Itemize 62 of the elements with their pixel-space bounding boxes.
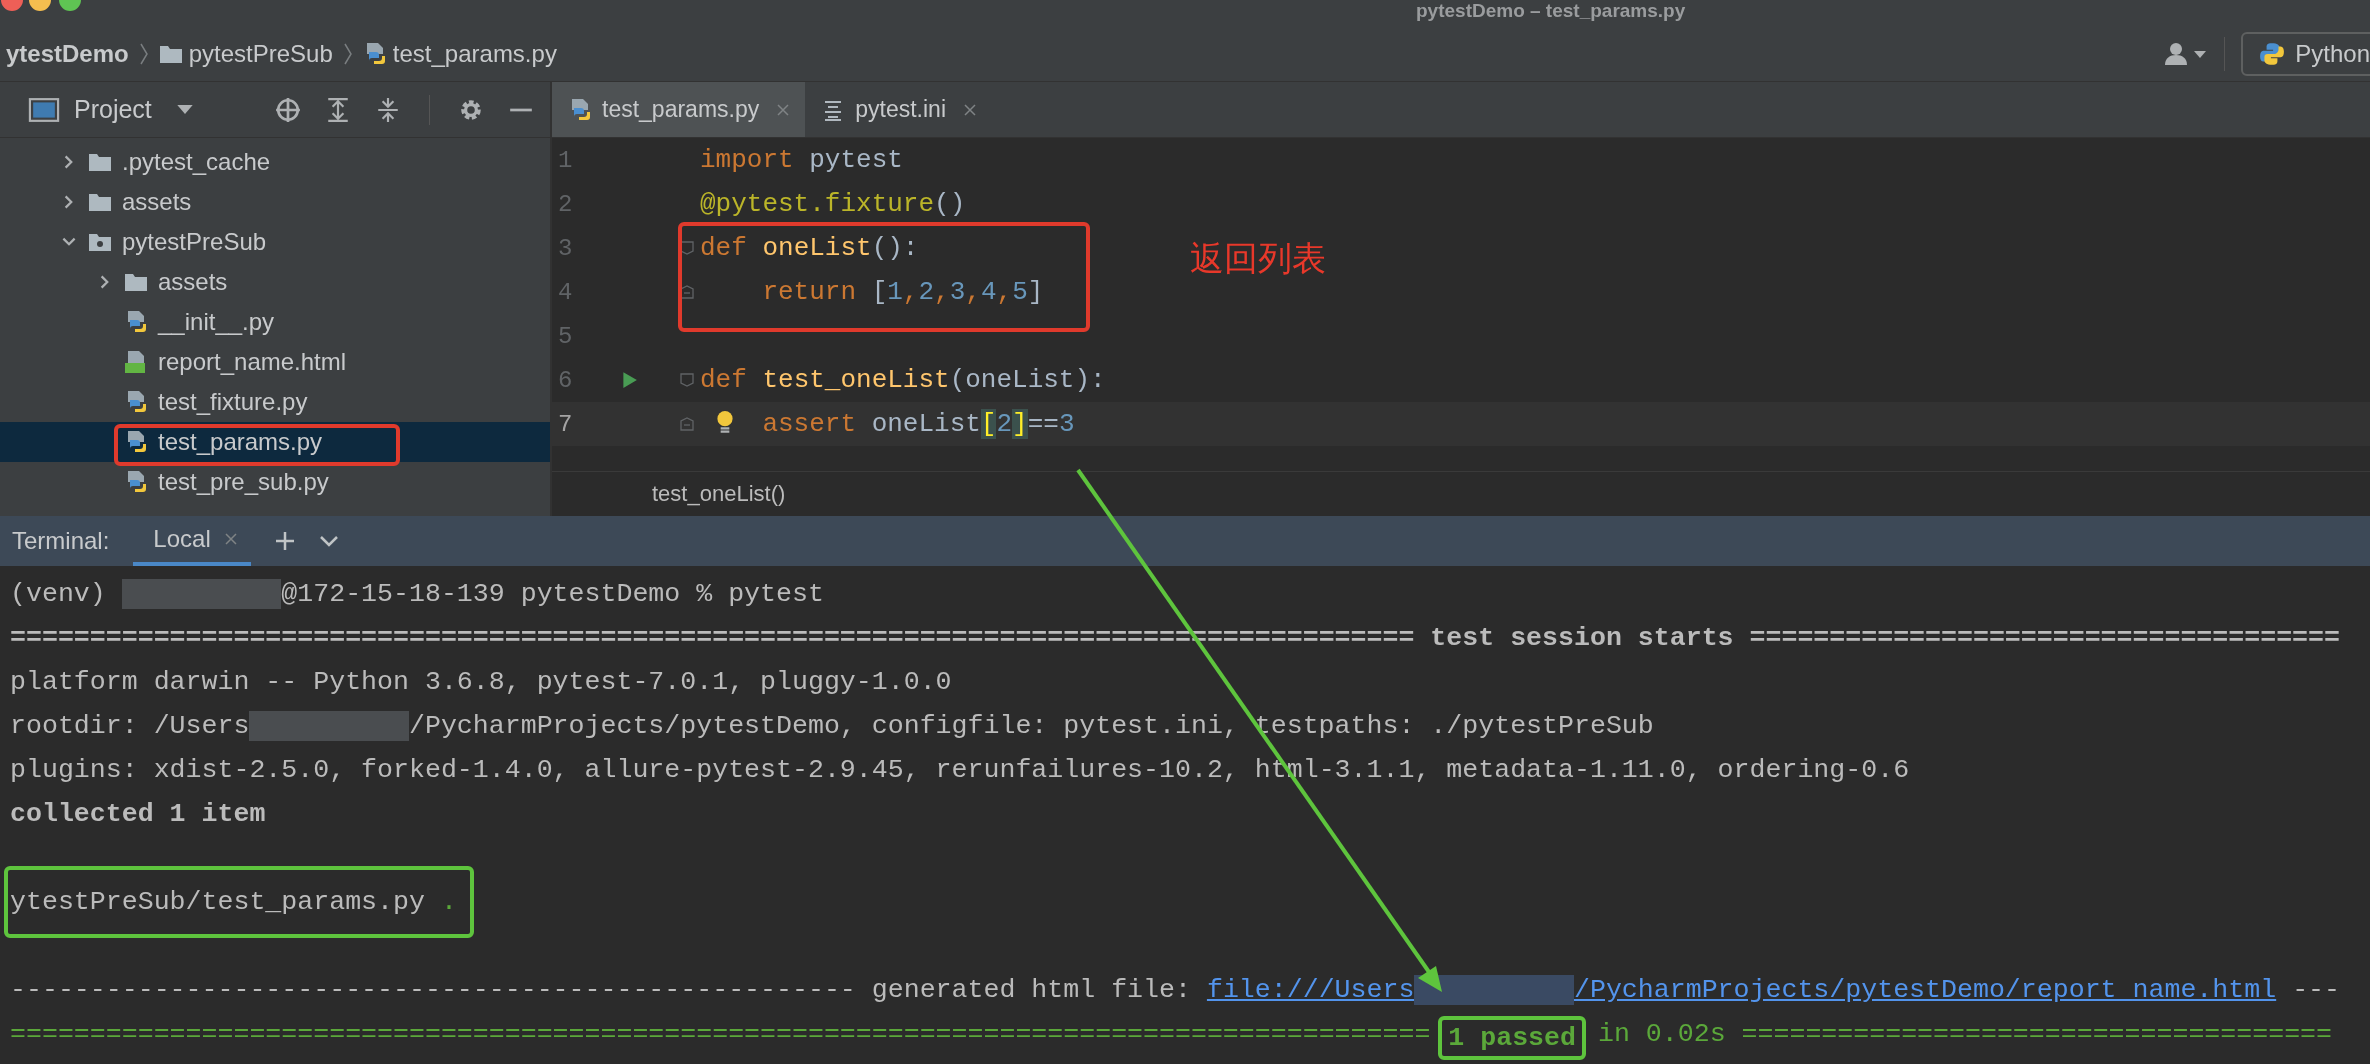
tree-item[interactable]: .pytest_cache [0,142,550,182]
plus-icon[interactable] [274,531,295,551]
terminal-text: /PycharmProjects/pytestDemo, configfile: pytest.ini, testpaths: ./pytestPreSub [408,711,1654,741]
breadcrumb-item[interactable]: test_params.py [362,39,557,68]
breadcrumb-item[interactable]: pytestPreSub [158,39,333,68]
code-line: @pytest.fixture() [699,189,966,219]
tree-item[interactable]: report_name.html [0,342,550,382]
code-line: return [1,2,3,4,5] [761,277,1044,307]
tree-item[interactable]: pytestPreSub [0,222,550,262]
terminal-line: platform darwin -- Python 3.6.8, pytest-7.0.1, pluggy-1.0.0 [10,666,952,699]
close-icon[interactable] [962,101,978,118]
code-line: assert oneList[2]==3 [761,409,1075,439]
editor-tab[interactable]: test_params.py [552,82,806,137]
html-file-icon [124,350,148,374]
run-configuration-button[interactable]: Python [2241,31,2370,76]
terminal-text: (venv) [10,579,107,609]
lightbulb-icon[interactable] [716,410,734,436]
fold-icon[interactable] [680,285,694,299]
tree-item[interactable]: test_pre_sub.py [0,462,550,502]
editor-tab[interactable]: pytest.ini [805,82,992,137]
tree-item[interactable]: test_params.py [0,422,550,462]
terminal-text: 1 passed [1448,1023,1576,1053]
chevron-right-icon [342,41,353,66]
line-number: 4 [557,278,574,306]
code-line: def oneList(): [699,233,919,263]
window-title: pytestDemo – test_params.py [1416,0,1686,22]
line-number: 7 [557,410,574,438]
tree-item[interactable]: assets [0,182,550,222]
breadcrumb-item[interactable]: test_oneList() [652,481,786,507]
tree-item[interactable]: assets [0,262,550,302]
breadcrumb-item[interactable]: ytestDemo [0,39,129,68]
line-number: 2 [557,190,574,218]
terminal-line: collected 1 item [10,798,266,831]
fold-icon[interactable] [680,241,694,255]
panel-icon [28,96,60,123]
terminal-line: ytestPreSub/test_params.py . [10,886,457,919]
terminal-text: ----------------------------------------------------- generated html file: [10,975,1192,1005]
terminal-text: ========================================================================================= [10,1019,1432,1049]
tree-item[interactable]: test_fixture.py [0,382,550,422]
terminal-text: --- [2291,975,2340,1005]
caret-icon [175,104,194,115]
line-number: 3 [557,234,574,262]
terminal-text: rootdir: /Users [10,711,250,741]
expand-all-icon[interactable] [325,96,351,123]
chevron-right-icon [138,41,149,66]
file-link[interactable]: file:///Users /PycharmProjects/pytestDemo/report_name.html [1206,975,2277,1005]
line-number: 1 [557,146,574,174]
annotation-text: 返回列表 [1190,237,1326,280]
project-view-selector[interactable]: Project [28,95,194,124]
code-line: import pytest [699,145,903,175]
locate-icon[interactable] [275,96,301,123]
run-icon[interactable] [620,371,638,389]
collapse-all-icon[interactable] [375,96,401,123]
terminal-text: @172-15-18-139 pytestDemo % pytest [281,579,824,609]
line-number: 5 [557,322,574,350]
code-line: def test_oneList(oneList): [699,365,1106,395]
user-icon[interactable] [2164,41,2209,66]
line-number: 6 [557,366,574,394]
python-icon [2259,40,2286,67]
panel-title: Terminal: [12,527,110,555]
tree-item[interactable]: __init__.py [0,302,550,342]
terminal-text: in 0.02s ===================================== [1596,1019,2333,1049]
